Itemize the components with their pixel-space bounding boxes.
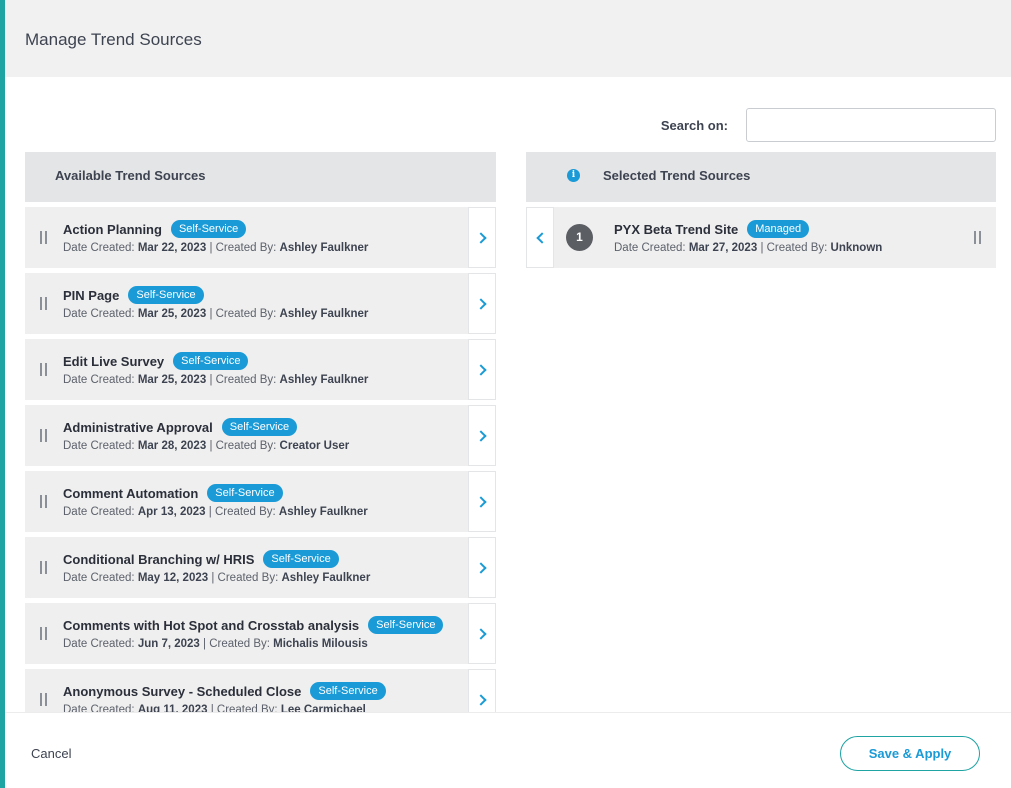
drag-handle-icon[interactable] [40,363,47,376]
source-name: Edit Live Survey [63,353,165,369]
chevron-right-icon [474,297,487,310]
source-meta: Date Created: Mar 27, 2023 | Created By:… [614,242,883,254]
source-meta: Date Created: Mar 22, 2023 | Created By:… [63,242,369,254]
date-created: Aug 11, 2023 [137,704,208,712]
search-label: Search on: [660,117,728,133]
dialog-footer: Cancel Save & Apply [5,712,1011,788]
date-created: Mar 22, 2023 [137,242,207,254]
created-by: Ashley Faulkner [279,308,369,320]
source-type-badge: Self-Service [263,550,339,568]
chevron-right-icon [474,429,487,442]
drag-handle-icon[interactable] [974,231,981,244]
source-meta: Date Created: Mar 28, 2023 | Created By:… [63,440,350,452]
source-meta: Date Created: May 12, 2023 | Created By:… [63,572,371,584]
created-by: Ashley Faulkner [281,572,371,584]
available-source-item[interactable]: Conditional Branching w/ HRIS Self-Servi… [25,537,496,598]
available-sources-list[interactable]: Action Planning Self-Service Date Create… [25,207,496,712]
source-type-badge: Self-Service [173,352,249,370]
drag-handle-icon[interactable] [40,429,47,442]
chevron-right-icon [474,363,487,376]
created-by: Creator User [279,440,350,452]
source-name: Action Planning [63,221,162,237]
date-created: Mar 28, 2023 [137,440,207,452]
source-meta: Date Created: Jun 7, 2023 | Created By: … [63,638,368,650]
search-input[interactable] [746,108,996,142]
cancel-button[interactable]: Cancel [31,746,71,761]
source-meta: Date Created: Aug 11, 2023 | Created By:… [63,704,366,712]
save-and-apply-button[interactable]: Save & Apply [840,736,980,771]
source-type-badge: Self-Service [310,682,386,700]
available-source-item[interactable]: PIN Page Self-Service Date Created: Mar … [25,273,496,334]
date-created: Jun 7, 2023 [137,638,200,650]
add-source-button[interactable] [468,273,496,334]
chevron-right-icon [474,693,487,706]
selected-source-item[interactable]: 1 PYX Beta Trend Site Managed Date Creat… [526,207,996,268]
source-type-badge: Self-Service [170,220,247,238]
source-type-badge: Managed [747,220,810,238]
created-by: Ashley Faulkner [279,374,369,386]
available-panel-header: Available Trend Sources [25,152,496,202]
created-by: Michalis Milousis [273,638,368,650]
remove-source-button[interactable] [526,207,554,268]
created-by: Ashley Faulkner [279,242,369,254]
manage-trend-sources-dialog: Manage Trend Sources Search on: Availabl… [5,0,1011,788]
available-source-item[interactable]: Anonymous Survey - Scheduled Close Self-… [25,669,496,712]
date-created: Mar 25, 2023 [137,308,207,320]
available-source-item[interactable]: Administrative Approval Self-Service Dat… [25,405,496,466]
add-source-button[interactable] [468,603,496,664]
chevron-left-icon [535,231,548,244]
available-source-item[interactable]: Edit Live Survey Self-Service Date Creat… [25,339,496,400]
add-source-button[interactable] [468,405,496,466]
date-created: May 12, 2023 [137,572,209,584]
source-type-badge: Self-Service [207,484,283,502]
source-type-badge: Self-Service [128,286,204,304]
selected-sources-list[interactable]: 1 PYX Beta Trend Site Managed Date Creat… [526,207,996,268]
source-name: Comment Automation [63,485,199,501]
drag-handle-icon[interactable] [40,693,47,706]
created-by: Lee Carmichael [280,704,366,712]
selected-panel-header: i Selected Trend Sources [526,152,996,202]
chevron-right-icon [474,561,487,574]
source-name: Conditional Branching w/ HRIS [63,551,255,567]
available-source-item[interactable]: Comment Automation Self-Service Date Cre… [25,471,496,532]
dialog-title: Manage Trend Sources [25,30,202,49]
available-source-item[interactable]: Comments with Hot Spot and Crosstab anal… [25,603,496,664]
add-source-button[interactable] [468,207,496,268]
selected-panel-title: Selected Trend Sources [603,168,751,183]
source-name: Comments with Hot Spot and Crosstab anal… [63,617,360,633]
source-type-badge: Self-Service [368,616,444,634]
date-created: Mar 27, 2023 [688,242,758,254]
dialog-header: Manage Trend Sources [5,0,1011,77]
add-source-button[interactable] [468,471,496,532]
order-number-badge: 1 [566,224,593,251]
add-source-button[interactable] [468,669,496,712]
drag-handle-icon[interactable] [40,231,47,244]
source-meta: Date Created: Mar 25, 2023 | Created By:… [63,374,369,386]
available-source-item[interactable]: Action Planning Self-Service Date Create… [25,207,496,268]
source-meta: Date Created: Apr 13, 2023 | Created By:… [63,506,368,518]
chevron-right-icon [474,231,487,244]
source-name: Anonymous Survey - Scheduled Close [63,683,302,699]
add-source-button[interactable] [468,339,496,400]
drag-handle-icon[interactable] [40,495,47,508]
source-name: PYX Beta Trend Site [614,221,739,237]
available-panel-title: Available Trend Sources [55,168,206,183]
drag-handle-icon[interactable] [40,297,47,310]
drag-handle-icon[interactable] [40,627,47,640]
created-by: Unknown [830,242,883,254]
drag-handle-icon[interactable] [40,561,47,574]
date-created: Apr 13, 2023 [137,506,206,518]
chevron-right-icon [474,495,487,508]
source-meta: Date Created: Mar 25, 2023 | Created By:… [63,308,369,320]
search-row: Search on: [661,108,996,142]
source-name: Administrative Approval [63,419,213,435]
add-source-button[interactable] [468,537,496,598]
chevron-right-icon [474,627,487,640]
source-name: PIN Page [63,287,120,303]
source-type-badge: Self-Service [221,418,298,436]
date-created: Mar 25, 2023 [137,374,207,386]
created-by: Ashley Faulkner [278,506,368,518]
info-icon[interactable]: i [567,169,580,182]
